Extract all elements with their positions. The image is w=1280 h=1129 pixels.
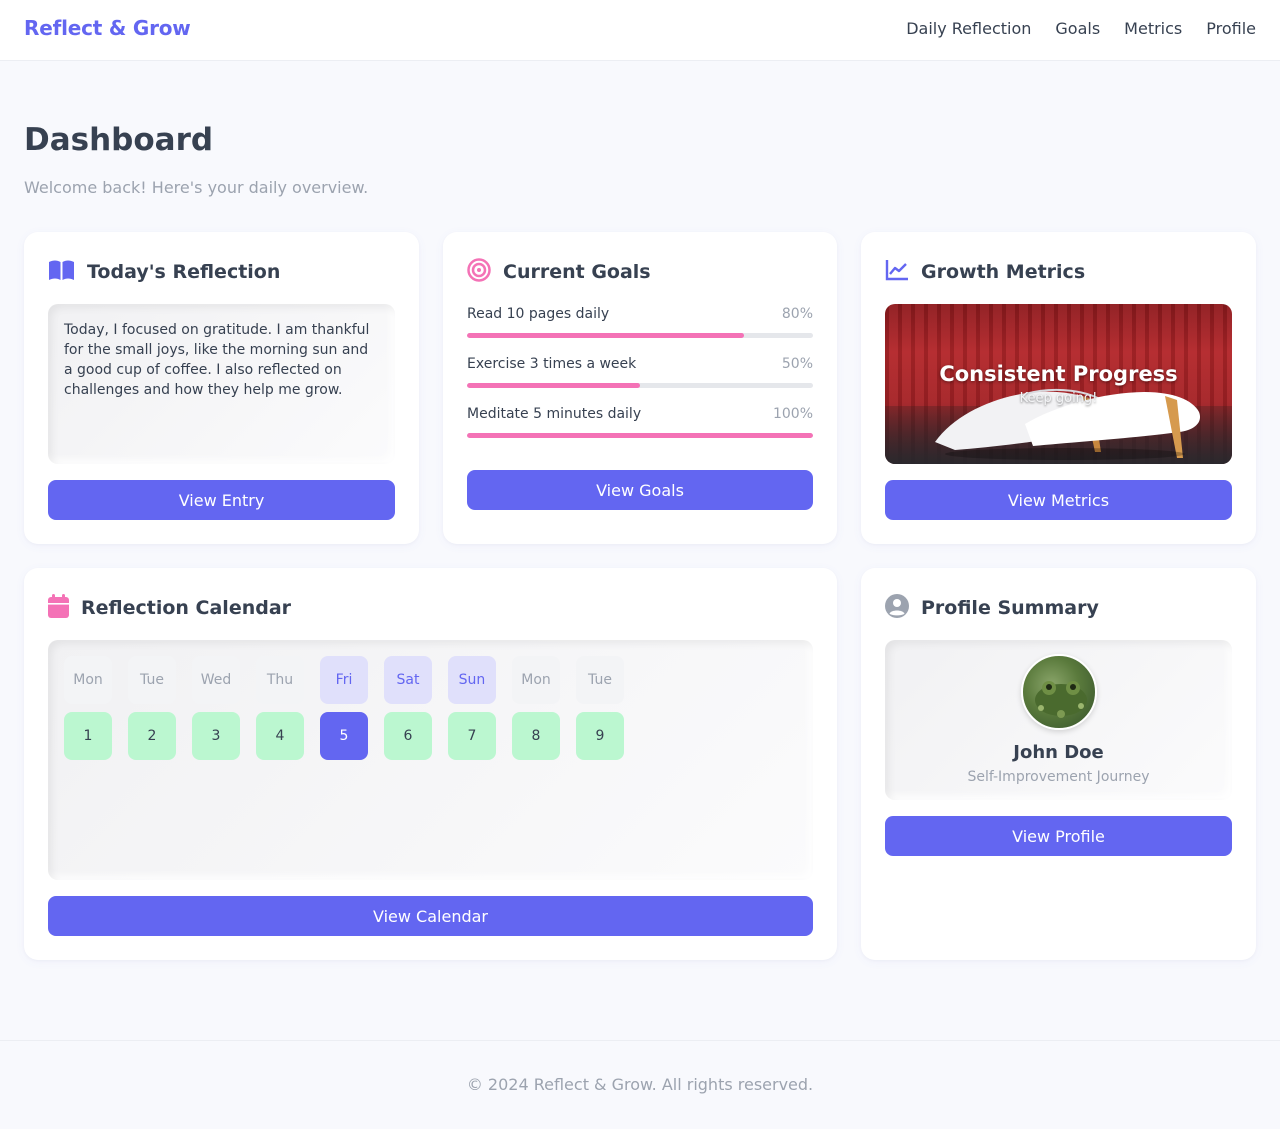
profile-card-title: Profile Summary bbox=[921, 597, 1099, 619]
metrics-card: Growth Metrics Consistent Progress Keep … bbox=[861, 232, 1256, 544]
goal-progress-bar bbox=[467, 333, 813, 338]
goal-progress-fill bbox=[467, 433, 813, 438]
footer-copyright: © 2024 Reflect & Grow. All rights reserv… bbox=[466, 1075, 814, 1094]
day-name: Thu bbox=[256, 656, 304, 704]
day-name: Mon bbox=[64, 656, 112, 704]
view-calendar-button[interactable]: View Calendar bbox=[48, 896, 813, 936]
profile-subtitle: Self-Improvement Journey bbox=[967, 769, 1150, 785]
goal-progress-bar bbox=[467, 383, 813, 388]
goal-percent: 80% bbox=[781, 306, 813, 322]
user-circle-icon bbox=[885, 594, 909, 622]
reflection-card-title: Today's Reflection bbox=[87, 261, 281, 283]
book-open-icon bbox=[48, 259, 75, 285]
profile-card: Profile Summary John Doe Self-Improvemen… bbox=[861, 568, 1256, 960]
metrics-overlay-title: Consistent Progress bbox=[939, 362, 1178, 386]
goal-progress-fill bbox=[467, 383, 640, 388]
calendar-icon bbox=[48, 594, 69, 622]
metrics-card-header: Growth Metrics bbox=[885, 260, 1085, 284]
calendar-day[interactable]: 6 bbox=[384, 712, 432, 760]
metrics-hero-image: Consistent Progress Keep going! bbox=[885, 304, 1232, 464]
day-name: Wed bbox=[192, 656, 240, 704]
profile-card-header: Profile Summary bbox=[885, 594, 1099, 622]
day-name: Tue bbox=[576, 656, 624, 704]
goal-label: Exercise 3 times a week bbox=[467, 356, 637, 372]
reflection-text: Today, I focused on gratitude. I am than… bbox=[64, 322, 370, 398]
goal-progress-fill bbox=[467, 333, 744, 338]
page-title: Dashboard bbox=[24, 122, 214, 158]
view-goals-button[interactable]: View Goals bbox=[467, 470, 813, 510]
calendar-day[interactable]: 1 bbox=[64, 712, 112, 760]
goal-label: Read 10 pages daily bbox=[467, 306, 610, 322]
goals-card-header: Current Goals bbox=[467, 258, 651, 286]
nav-link-goals[interactable]: Goals bbox=[1055, 19, 1100, 38]
goal-label: Meditate 5 minutes daily bbox=[467, 406, 642, 422]
day-name: Fri bbox=[320, 656, 368, 704]
calendar-day-names-row: Mon Tue Wed Thu Fri Sat Sun Mon Tue bbox=[64, 656, 624, 704]
view-entry-button[interactable]: View Entry bbox=[48, 480, 395, 520]
calendar-day[interactable]: 3 bbox=[192, 712, 240, 760]
footer: © 2024 Reflect & Grow. All rights reserv… bbox=[0, 1040, 1280, 1129]
day-name: Mon bbox=[512, 656, 560, 704]
goal-percent: 50% bbox=[781, 356, 813, 372]
page-subtitle: Welcome back! Here's your daily overview… bbox=[24, 178, 369, 197]
calendar-day[interactable]: 8 bbox=[512, 712, 560, 760]
day-name: Sat bbox=[384, 656, 432, 704]
calendar-day[interactable]: 9 bbox=[576, 712, 624, 760]
avatar bbox=[1021, 654, 1097, 730]
day-name: Tue bbox=[128, 656, 176, 704]
nav-link-metrics[interactable]: Metrics bbox=[1124, 19, 1182, 38]
calendar-days-row: 1 2 3 4 5 6 7 8 9 bbox=[64, 712, 624, 760]
calendar-day[interactable]: 2 bbox=[128, 712, 176, 760]
goals-card: Current Goals Read 10 pages daily 80% Ex… bbox=[443, 232, 837, 544]
goal-item: Exercise 3 times a week 50% bbox=[467, 356, 813, 388]
line-chart-icon bbox=[885, 259, 909, 285]
main-nav: Daily Reflection Goals Metrics Profile bbox=[906, 19, 1256, 38]
brand-logo[interactable]: Reflect & Grow bbox=[24, 16, 191, 40]
metrics-card-title: Growth Metrics bbox=[921, 261, 1086, 283]
calendar-day[interactable]: 4 bbox=[256, 712, 304, 760]
calendar-day-today[interactable]: 5 bbox=[320, 712, 368, 760]
calendar-card-title: Reflection Calendar bbox=[81, 597, 292, 619]
nav-link-daily-reflection[interactable]: Daily Reflection bbox=[906, 19, 1031, 38]
view-profile-button[interactable]: View Profile bbox=[885, 816, 1232, 856]
goals-card-title: Current Goals bbox=[503, 261, 651, 283]
goal-item: Read 10 pages daily 80% bbox=[467, 306, 813, 338]
top-nav-bar: Reflect & Grow Daily Reflection Goals Me… bbox=[0, 0, 1280, 61]
reflection-card-header: Today's Reflection bbox=[48, 260, 280, 284]
view-metrics-button[interactable]: View Metrics bbox=[885, 480, 1232, 520]
goal-progress-bar bbox=[467, 433, 813, 438]
profile-name: John Doe bbox=[1013, 742, 1104, 763]
calendar-day[interactable]: 7 bbox=[448, 712, 496, 760]
goal-item: Meditate 5 minutes daily 100% bbox=[467, 406, 813, 438]
day-name: Sun bbox=[448, 656, 496, 704]
nav-link-profile[interactable]: Profile bbox=[1206, 19, 1256, 38]
calendar-grid: Mon Tue Wed Thu Fri Sat Sun Mon Tue 1 2 … bbox=[48, 640, 813, 880]
calendar-card-header: Reflection Calendar bbox=[48, 594, 292, 622]
profile-box: John Doe Self-Improvement Journey bbox=[885, 640, 1232, 800]
metrics-overlay-subtitle: Keep going! bbox=[1019, 391, 1098, 406]
calendar-card: Reflection Calendar Mon Tue Wed Thu Fri … bbox=[24, 568, 837, 960]
goal-percent: 100% bbox=[772, 406, 813, 422]
reflection-entry-box: Today, I focused on gratitude. I am than… bbox=[48, 304, 395, 464]
reflection-card: Today's Reflection Today, I focused on g… bbox=[24, 232, 419, 544]
target-icon bbox=[467, 258, 491, 286]
